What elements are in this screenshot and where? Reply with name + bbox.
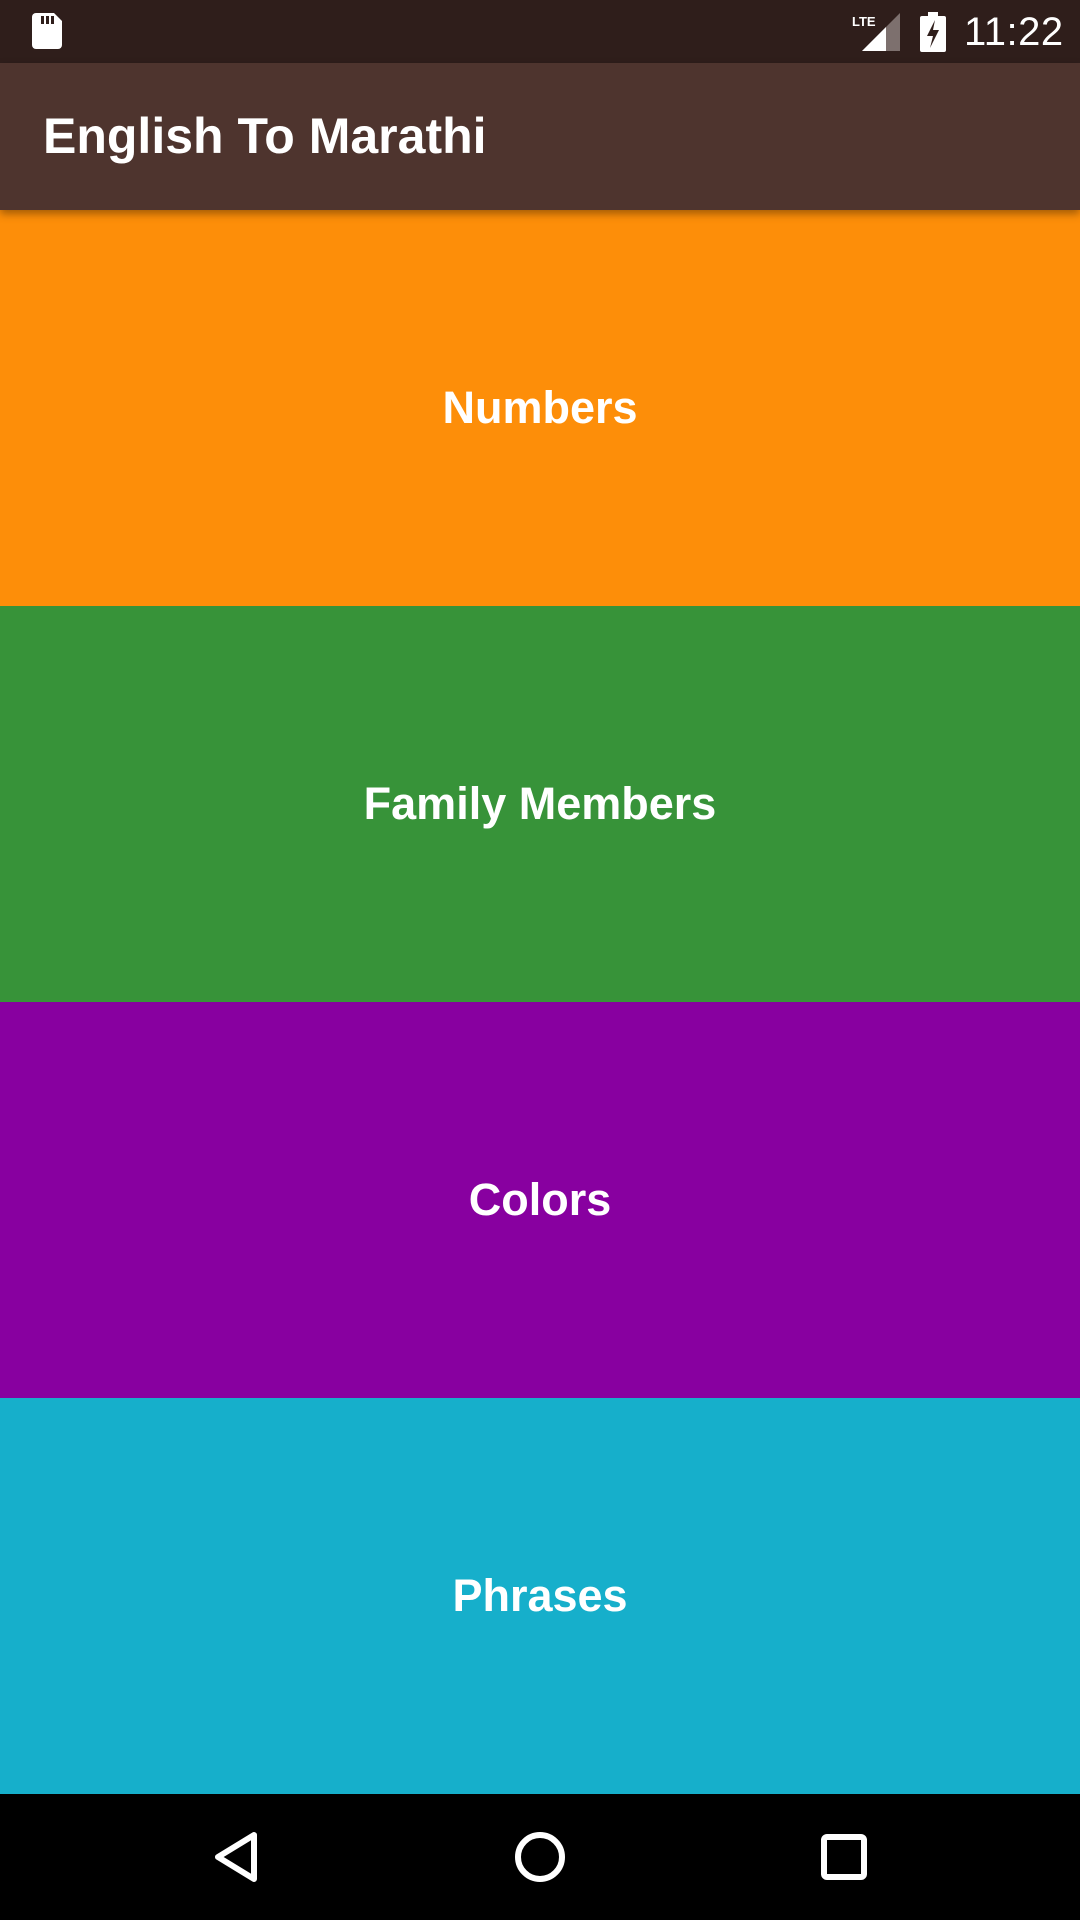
app-bar: English To Marathi [0, 63, 1080, 210]
home-icon[interactable] [500, 1817, 580, 1897]
category-phrases[interactable]: Phrases [0, 1398, 1080, 1794]
lte-signal-icon: LTE [852, 13, 900, 51]
navigation-bar [0, 1794, 1080, 1920]
category-family-members[interactable]: Family Members [0, 606, 1080, 1002]
category-colors[interactable]: Colors [0, 1002, 1080, 1398]
category-label: Numbers [442, 382, 638, 433]
category-label: Colors [468, 1174, 612, 1225]
category-label: Phrases [452, 1570, 628, 1621]
sd-card-icon [32, 13, 62, 49]
category-numbers[interactable]: Numbers [0, 210, 1080, 606]
status-time: 11:22 [964, 10, 1064, 54]
back-icon[interactable] [196, 1817, 276, 1897]
app-title: English To Marathi [43, 108, 487, 164]
category-label: Family Members [363, 778, 717, 829]
screen: LTE 11:22 English To Marathi Numbers Fam… [0, 0, 1080, 1920]
recents-icon[interactable] [804, 1817, 884, 1897]
battery-charging-icon [920, 12, 946, 52]
lte-label: LTE [852, 14, 876, 29]
status-bar: LTE 11:22 [0, 0, 1080, 63]
